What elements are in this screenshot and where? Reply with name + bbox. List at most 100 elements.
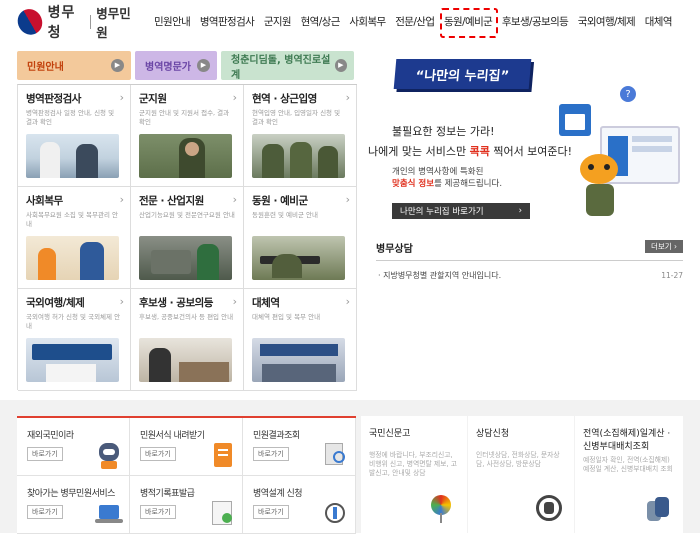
- highlight-annotation: [440, 8, 498, 38]
- chevron-right-icon: ›: [345, 91, 350, 104]
- soldiers-salute-photo: [252, 134, 345, 178]
- grid-item-desc: 대체역 편입 및 복무 안내: [252, 313, 321, 321]
- service-item[interactable]: 병역설계 신청 바로가기: [243, 476, 356, 534]
- service-item[interactable]: 민원결과조회 바로가기: [243, 418, 356, 476]
- question-icon: ?: [620, 86, 636, 102]
- chevron-right-icon: ›: [232, 295, 237, 308]
- grid-item-desc: 산업기능요원 및 전문연구요원 안내: [139, 211, 235, 219]
- menu-item[interactable]: 군지원: [264, 14, 292, 29]
- info-box-desc: 행정에 바랍니다, 부조리신고, 비행위 신고, 병역면탈 제보, 고발신고, …: [369, 451, 458, 477]
- banner-prestige-family[interactable]: 병역명문가 ▶: [135, 51, 217, 80]
- promo-subline: 나에게 맞는 서비스만 콕콕 찍어서 보여준다!: [368, 143, 572, 159]
- grid-item[interactable]: 군지원 › 군지원 안내 및 지원서 접수, 결과 확인: [131, 85, 244, 187]
- chevron-right-icon: ›: [518, 206, 522, 216]
- more-label: 더보기: [650, 242, 672, 251]
- service-item[interactable]: 병적기록표발급 바로가기: [130, 476, 243, 534]
- grid-item[interactable]: 현역 · 상근입영 › 현역입영 안내, 입영일자 신청 및 결과 확인: [244, 85, 357, 187]
- quick-services: 재외국민이라 바로가기 민원서식 내려받기 바로가기 민원결과조회 바로가기 찾…: [17, 416, 356, 534]
- info-box-discharge-calc[interactable]: 전역(소집해제)일계산 · 신병부대배치조회 예정일자 확인, 전역(소집해제)…: [575, 416, 683, 533]
- office-sign-photo: [26, 338, 119, 382]
- logo-divider: [90, 15, 92, 29]
- search-doc-icon: [321, 441, 349, 469]
- promo-emphasis: 콕콕: [469, 145, 490, 158]
- grid-item[interactable]: 전문 · 산업지원 › 산업기능요원 및 전문연구요원 안내: [131, 187, 244, 289]
- info-box-desc: 인터넷상담, 전화상담, 문자상담, 사전상담, 방문상담: [476, 451, 560, 468]
- grid-item-title: 전문 · 산업지원: [139, 195, 204, 207]
- menu-item[interactable]: 후보생/공보의등: [502, 14, 569, 29]
- menu-item[interactable]: 현역/상근: [301, 14, 341, 29]
- service-title: 찾아가는 병무민원서비스: [27, 489, 115, 499]
- chevron-right-icon: ›: [232, 91, 237, 104]
- grid-item-desc: 후보생, 공중보건의사 등 편입 안내: [139, 313, 234, 321]
- social-service-photo: [26, 236, 119, 280]
- grid-item-desc: 군지원 안내 및 지원서 접수, 결과 확인: [139, 109, 230, 126]
- promo-desc-post: 를 제공해드립니다.: [434, 179, 503, 189]
- menu-item[interactable]: 국외여행/체제: [578, 14, 636, 29]
- menu-item[interactable]: 병역판정검사: [200, 14, 255, 29]
- info-box-counsel-request[interactable]: 상담신청 인터넷상담, 전화상담, 문자상담, 사전상담, 방문상담: [468, 416, 574, 533]
- my-homepage-promo[interactable]: “나만의 누리집” ? 불필요한 정보는 가라! 나에게 맞는 서비스만 콕콕 …: [362, 46, 700, 224]
- promo-headline: 불필요한 정보는 가라!: [392, 125, 495, 138]
- service-item[interactable]: 찾아가는 병무민원서비스 바로가기: [17, 476, 130, 534]
- promo-desc-emphasis: 맞춤식 정보: [392, 179, 435, 189]
- menu-item[interactable]: 전문/산업: [395, 14, 435, 29]
- shortcut-button[interactable]: 바로가기: [27, 505, 63, 519]
- list-item-date: 11-27: [661, 271, 683, 280]
- chevron-right-icon: ›: [345, 193, 350, 206]
- grid-item-desc: 동원훈련 및 예비군 안내: [252, 211, 318, 219]
- promo-subline-post: 찍어서 보여준다!: [489, 145, 573, 158]
- grid-item-desc: 병역판정검사 일정 안내, 신청 및 결과 확인: [26, 109, 115, 126]
- service-item[interactable]: 재외국민이라 바로가기: [17, 418, 130, 476]
- info-box-petition[interactable]: 국민신문고 행정에 바랍니다, 부조리신고, 비행위 신고, 병역면탈 제보, …: [361, 416, 467, 533]
- my-homepage-button[interactable]: 나만의 누리집 바로가기 ›: [392, 203, 530, 219]
- chevron-right-icon: ›: [119, 91, 124, 104]
- grid-item-title: 현역 · 상근입영: [252, 93, 317, 105]
- banner-career-design[interactable]: 청춘디딤돌, 병역진로설계 ▶: [221, 51, 354, 81]
- tiger-mascot-icon: [576, 154, 622, 218]
- grid-item[interactable]: 후보생 · 공보의등 › 후보생, 공중보건의사 등 편입 안내: [131, 289, 244, 391]
- banner-civil-guide[interactable]: 민원안내 ▶: [17, 51, 131, 80]
- info-box-title: 국민신문고: [369, 429, 411, 439]
- more-button[interactable]: 더보기 ›: [645, 240, 683, 253]
- document-icon: [208, 441, 236, 469]
- logo[interactable]: 병무청 병무민원: [13, 4, 138, 41]
- grid-item[interactable]: 병역판정검사 › 병역판정검사 일정 안내, 신청 및 결과 확인: [18, 85, 131, 187]
- phone-icon: [534, 493, 564, 523]
- shortcut-button[interactable]: 바로가기: [253, 505, 289, 519]
- header: 병무청 병무민원 민원안내 병역판정검사 군지원 현역/상근 사회복무 전문/산…: [0, 0, 700, 46]
- industrial-work-photo: [139, 236, 232, 280]
- grid-item[interactable]: 동원 · 예비군 › 동원훈련 및 예비군 안내: [244, 187, 357, 289]
- shortcut-button[interactable]: 바로가기: [140, 505, 176, 519]
- info-box-title: 상담신청: [476, 429, 510, 439]
- shortcut-button[interactable]: 바로가기: [140, 447, 176, 461]
- menu-item[interactable]: 민원안내: [154, 14, 191, 29]
- menu-item[interactable]: 사회복무: [349, 14, 386, 29]
- info-box-desc: 예정일자 확인, 전역(소집해제) 예정일 계산, 신병부대배치 조회: [583, 456, 673, 473]
- promo-title: “나만의 누리집”: [393, 59, 532, 89]
- banner-label: 민원안내: [27, 62, 64, 73]
- grid-item[interactable]: 사회복무 › 사회복무요원 소집 및 복무관리 안내: [18, 187, 131, 289]
- grid-item[interactable]: 대체역 › 대체역 편입 및 복무 안내: [244, 289, 357, 391]
- medical-exam-photo: [26, 134, 119, 178]
- promo-subline-pre: 나에게 맞는 서비스만: [368, 145, 470, 158]
- section-title: 병무상담: [376, 244, 413, 255]
- grid-item-title: 병역판정검사: [26, 93, 81, 105]
- grid-item[interactable]: 국외여행/체제 › 국외여행 허가 신청 및 국외체제 안내: [18, 289, 131, 391]
- shortcut-button[interactable]: 바로가기: [253, 447, 289, 461]
- service-title: 병적기록표발급: [140, 489, 195, 499]
- menu-item[interactable]: 대체역: [645, 14, 673, 29]
- grid-item-desc: 국외여행 허가 신청 및 국외체제 안내: [26, 313, 121, 330]
- service-title: 민원결과조회: [253, 431, 300, 441]
- laptop-icon: [95, 499, 123, 527]
- list-item[interactable]: · 지방병무청별 관할지역 안내입니다.: [378, 270, 501, 281]
- service-item[interactable]: 민원서식 내려받기 바로가기: [130, 418, 243, 476]
- main-menu: 민원안내 병역판정검사 군지원 현역/상근 사회복무 전문/산업 동원/예비군 …: [154, 14, 681, 29]
- service-title: 민원서식 내려받기: [140, 431, 205, 441]
- taegeuk-emblem-icon: [13, 4, 47, 40]
- service-grid: 병역판정검사 › 병역판정검사 일정 안내, 신청 및 결과 확인 군지원 › …: [17, 84, 357, 391]
- counsel-section: 병무상담 더보기 › · 지방병무청별 관할지역 안내입니다. 11-27: [376, 240, 683, 300]
- calendar-icon: [559, 104, 591, 136]
- army-soldier-photo: [139, 134, 232, 178]
- banner-label: 청춘디딤돌, 병역진로설계: [231, 54, 331, 81]
- shortcut-button[interactable]: 바로가기: [27, 447, 63, 461]
